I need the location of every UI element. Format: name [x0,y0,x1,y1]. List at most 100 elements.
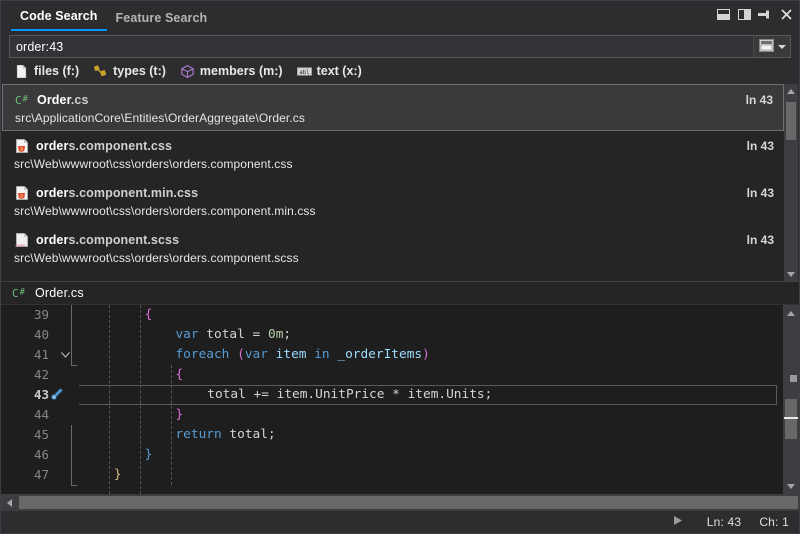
window-controls [716,7,793,21]
result-line-badge: ln 43 [747,186,774,200]
search-input[interactable] [10,36,753,57]
close-icon[interactable] [779,7,793,21]
sass-icon: Sass [14,232,30,248]
svg-text:Sass: Sass [15,243,26,248]
scroll-down-icon[interactable] [784,267,798,281]
editor-scroll-thumb[interactable] [785,399,797,439]
preview-pane-icon[interactable] [759,39,774,55]
fold-bracket-tick [71,365,77,366]
fold-bracket [71,425,72,485]
code-line: { [79,305,783,325]
fold-bracket [71,305,72,365]
code-viewport: 39 40 41 42 43 44 45 46 47 [1,305,799,511]
preview-file-name: Order.cs [35,286,84,300]
result-path: src\Web\wwwroot\css\orders\orders.compon… [2,251,784,265]
code-line: } [79,445,783,465]
code-text[interactable]: { var total = 0m; foreach (var item in _… [79,305,783,494]
code-line: var total = 0m; [79,325,783,345]
run-arrow-icon[interactable] [673,515,683,529]
search-results-panel: C # Order.cs src\ApplicationCore\Entitie… [2,84,798,281]
results-scroll-thumb[interactable] [786,102,796,140]
status-char-indicator: Ch: 1 [759,515,789,529]
dock-bottom-icon[interactable] [716,7,730,21]
filter-text[interactable]: abl text (x:) [297,64,362,79]
csharp-icon: C # [12,285,28,301]
svg-text:C: C [15,94,22,107]
indent-guide [171,365,172,485]
result-path: src\ApplicationCore\Entities\OrderAggreg… [3,111,783,125]
status-bar: Ln: 43 Ch: 1 [1,511,799,533]
text-icon: abl [297,64,312,79]
code-search-window: Code Search Feature Search [0,0,800,534]
code-line: return total; [79,425,783,445]
line-number: 40 [1,325,49,345]
result-row[interactable]: C # Order.cs src\ApplicationCore\Entitie… [2,84,784,131]
line-number: 42 [1,365,49,385]
code-line-current: total += item.UnitPrice * item.Units; [79,385,777,405]
scroll-annotation-marker [790,375,797,382]
search-box-actions [753,36,790,57]
line-number: 47 [1,465,49,485]
tab-feature-search[interactable]: Feature Search [107,11,217,31]
scroll-up-icon[interactable] [783,305,799,321]
editor-vertical-scrollbar[interactable] [783,305,799,494]
results-scrollbar[interactable] [784,84,798,281]
line-number: 39 [1,305,49,325]
fold-margin [53,305,79,494]
scroll-left-icon[interactable] [1,494,18,511]
code-line: } [79,405,783,425]
editor-scroll-track[interactable] [783,321,799,478]
result-filename: orders.component.min.css [36,186,198,200]
line-number-gutter: 39 40 41 42 43 44 45 46 47 [1,305,53,494]
fold-bracket-tick [71,485,77,486]
scroll-up-icon[interactable] [784,84,798,98]
file-icon [14,64,29,79]
scroll-down-icon[interactable] [783,478,799,494]
fold-chevron-icon[interactable] [60,345,71,365]
chevron-down-icon[interactable] [778,45,786,49]
types-icon [93,64,108,79]
search-box[interactable] [9,35,791,58]
css-icon: 3 [14,138,30,154]
svg-text:#: # [23,94,29,104]
results-scroll-track[interactable] [784,98,798,267]
svg-text:abl: abl [299,70,310,76]
result-path: src\Web\wwwroot\css\orders\orders.compon… [2,157,784,171]
svg-text:3: 3 [20,146,23,151]
tab-code-search[interactable]: Code Search [11,9,107,31]
result-line-badge: ln 43 [746,93,773,107]
filter-files[interactable]: files (f:) [14,64,79,79]
editor-horizontal-scrollbar[interactable] [1,494,799,511]
result-filename: orders.component.css [36,139,172,153]
result-row[interactable]: Sass orders.component.scss src\Web\wwwro… [2,225,784,272]
filter-members[interactable]: members (m:) [180,64,283,79]
result-row[interactable]: C # OrderItem.cs src\ApplicationCore\Ent… [2,272,784,281]
line-number: 41 [1,345,49,365]
result-line-badge: ln 43 [747,139,774,153]
line-number: 46 [1,445,49,465]
window-titlebar: Code Search Feature Search [1,1,799,31]
search-results-list: C # Order.cs src\ApplicationCore\Entitie… [2,84,784,281]
filter-types[interactable]: types (t:) [93,64,166,79]
code-preview-pane: C # Order.cs 39 40 41 42 43 44 45 46 47 [1,281,799,511]
filter-bar: files (f:) types (t:) members (m:) [1,58,799,84]
bookmark-pen-icon[interactable] [49,387,64,405]
indent-guide [109,305,110,494]
split-pane-icon[interactable] [737,7,751,21]
csharp-icon: C # [15,92,31,108]
result-path: src\Web\wwwroot\css\orders\orders.compon… [2,204,784,218]
indent-guide [140,305,141,494]
result-row[interactable]: 3 orders.component.min.css src\Web\wwwro… [2,178,784,225]
result-line-badge: ln 43 [747,233,774,247]
result-filename: orders.component.scss [36,233,179,247]
editor-hscroll-thumb[interactable] [19,496,798,509]
filter-text-label: text (x:) [317,64,362,78]
filter-members-label: members (m:) [200,64,283,78]
code-line: { [79,365,783,385]
line-number: 44 [1,405,49,425]
line-number: 45 [1,425,49,445]
status-line-indicator: Ln: 43 [707,515,742,529]
pin-icon[interactable] [758,7,772,21]
result-row[interactable]: 3 orders.component.css src\Web\wwwroot\c… [2,131,784,178]
preview-file-header[interactable]: C # Order.cs [1,282,799,305]
